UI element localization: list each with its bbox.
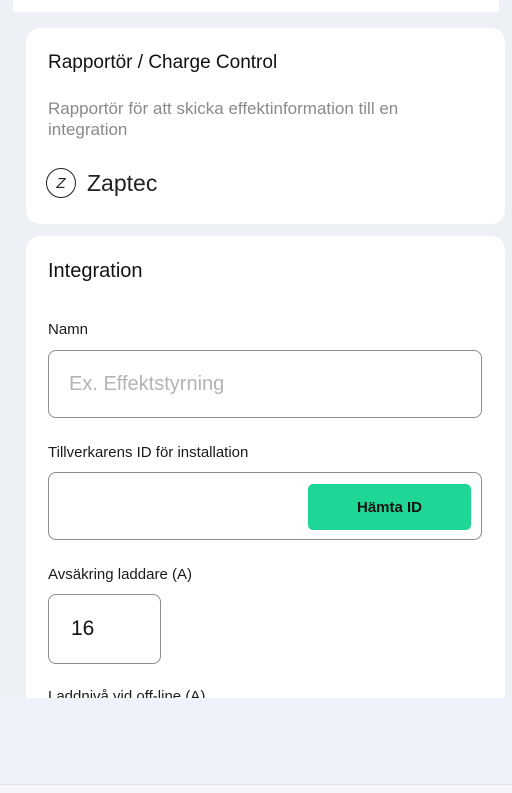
installation-id-label: Tillverkarens ID för installation (48, 444, 249, 461)
brand: Z Zaptec (46, 168, 157, 198)
reporter-description: Rapportör för att skicka effektinformati… (48, 99, 399, 139)
integration-title: Integration (48, 260, 143, 282)
offline-level-label: Laddnivå vid off-line (A) (48, 688, 206, 698)
bottom-bar (0, 785, 512, 793)
charger-fuse-label: Avsäkring laddare (A) (48, 566, 192, 583)
settings-scroll-area[interactable]: Rapportör / Charge Control Rapportör för… (0, 0, 512, 698)
name-input[interactable] (48, 350, 482, 418)
fetch-id-button[interactable]: Hämta ID (308, 484, 471, 530)
zaptec-logo-icon: Z (46, 168, 76, 198)
bottom-panel (0, 698, 512, 793)
name-label: Namn (48, 321, 89, 338)
brand-name: Zaptec (87, 169, 158, 196)
charger-fuse-input[interactable] (48, 594, 161, 664)
reporter-card: Rapportör / Charge Control Rapportör för… (26, 28, 505, 224)
previous-card-edge (13, 0, 499, 12)
reporter-title: Rapportör / Charge Control (48, 52, 278, 73)
zaptec-logo-glyph: Z (56, 174, 66, 192)
integration-card: Integration Namn Tillverkarens ID för in… (26, 236, 505, 698)
